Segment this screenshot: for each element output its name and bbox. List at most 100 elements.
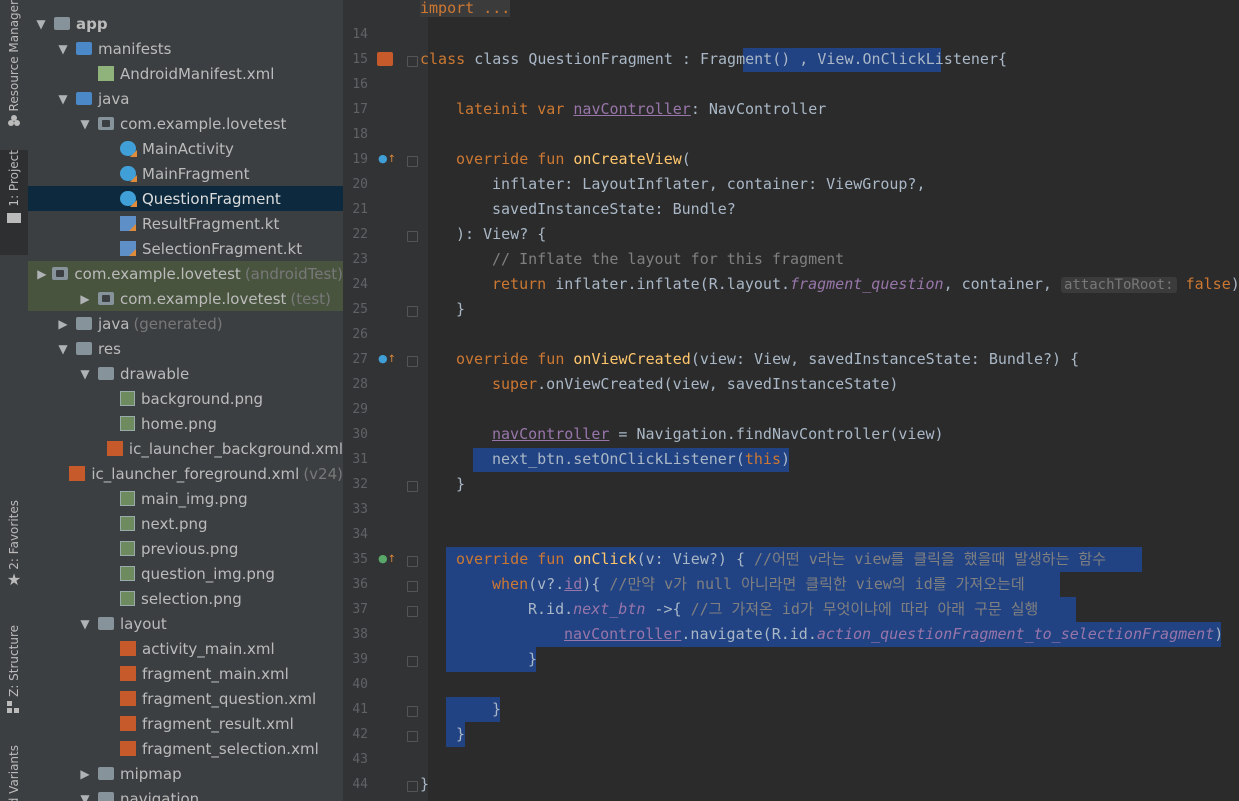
tree-item-label: home.png: [141, 414, 217, 433]
fold-marker-icon[interactable]: [407, 306, 418, 317]
tree-item[interactable]: question_img.png: [28, 561, 343, 586]
tree-item[interactable]: ▼ drawable: [28, 361, 343, 386]
fold-marker-icon[interactable]: [407, 231, 418, 242]
tree-item[interactable]: ic_launcher_background.xml: [28, 436, 343, 461]
code-keyword: when: [492, 575, 529, 593]
expand-arrow-icon[interactable]: ▼: [78, 792, 92, 801]
tree-item[interactable]: ▼ java: [28, 86, 343, 111]
tree-item[interactable]: ResultFragment.kt: [28, 211, 343, 236]
tree-item[interactable]: ▼ app: [28, 11, 343, 36]
tree-item[interactable]: ▼ com.example.lovetest: [28, 111, 343, 136]
fold-marker-icon[interactable]: [407, 56, 418, 67]
line-number: 14: [352, 27, 368, 42]
tree-item[interactable]: MainActivity: [28, 136, 343, 161]
fold-marker-icon[interactable]: [407, 706, 418, 717]
code-function: onViewCreated: [573, 350, 691, 368]
line-number: 27: [352, 352, 368, 367]
override-marker-icon[interactable]: ●↑: [378, 152, 396, 165]
code-text: ): [1230, 275, 1239, 293]
tree-item-label: res: [98, 339, 121, 358]
folder-icon: [54, 17, 70, 30]
fold-marker-icon[interactable]: [407, 656, 418, 667]
tree-item[interactable]: previous.png: [28, 536, 343, 561]
tree-item[interactable]: AndroidManifest.xml: [28, 61, 343, 86]
tree-item[interactable]: home.png: [28, 411, 343, 436]
tree-item[interactable]: ▶ com.example.lovetest (test): [28, 286, 343, 311]
collapse-arrow-icon[interactable]: ▶: [56, 317, 70, 331]
fold-marker-icon[interactable]: [407, 581, 418, 592]
tree-item[interactable]: main_img.png: [28, 486, 343, 511]
fold-marker-icon[interactable]: [407, 356, 418, 367]
override-marker-icon[interactable]: ●↑: [378, 352, 396, 365]
tree-item[interactable]: fragment_question.xml: [28, 686, 343, 711]
tree-item[interactable]: background.png: [28, 386, 343, 411]
folder-icon: [98, 792, 114, 801]
tree-item[interactable]: ▼ res: [28, 336, 343, 361]
collapse-arrow-icon[interactable]: ▶: [78, 767, 92, 781]
resource-manager-tab[interactable]: Resource Manager: [0, 0, 28, 135]
package-icon: [98, 292, 114, 305]
tree-item-suffix: (androidTest): [244, 264, 343, 283]
code-line-27: override fun onViewCreated(view: View, s…: [456, 347, 1079, 372]
expand-arrow-icon[interactable]: ▼: [56, 92, 70, 106]
expand-arrow-icon[interactable]: ▼: [78, 617, 92, 631]
fold-marker-icon[interactable]: [407, 556, 418, 567]
expand-arrow-icon[interactable]: ▼: [78, 117, 92, 131]
folded-import[interactable]: import ...: [420, 0, 511, 17]
code-text: {: [997, 50, 1008, 68]
code-keyword: false: [1185, 275, 1231, 293]
tree-item[interactable]: activity_main.xml: [28, 636, 343, 661]
tree-item[interactable]: SelectionFragment.kt: [28, 236, 343, 261]
line-number: 17: [352, 102, 368, 117]
tree-item-label: next.png: [141, 514, 208, 533]
structure-tab[interactable]: Z: Structure: [0, 625, 28, 730]
tree-item-label: com.example.lovetest: [120, 289, 287, 308]
tree-item[interactable]: ic_launcher_foreground.xml (v24): [28, 461, 343, 486]
tree-item[interactable]: QuestionFragment: [28, 186, 343, 211]
fold-marker-icon[interactable]: [407, 606, 418, 617]
code-text: inflater.inflate(R.layout.: [555, 275, 791, 293]
tree-item[interactable]: fragment_result.xml: [28, 711, 343, 736]
tree-item[interactable]: fragment_selection.xml: [28, 736, 343, 761]
project-tab[interactable]: 1: Project: [0, 150, 28, 255]
code-text: = Navigation.findNavController(view): [609, 425, 944, 443]
code-keyword: this: [744, 450, 781, 468]
collapse-arrow-icon[interactable]: ▶: [78, 292, 92, 306]
tree-item[interactable]: ▶ com.example.lovetest (androidTest): [28, 261, 343, 286]
kotlin-class-icon: [120, 166, 136, 181]
code-line-25: }: [456, 300, 466, 318]
code-text: ): [781, 450, 791, 468]
favorites-tab[interactable]: 2: Favorites ★: [0, 500, 28, 610]
fold-marker-icon[interactable]: [407, 781, 418, 792]
tree-item[interactable]: ▼ navigation: [28, 786, 343, 801]
fold-marker-icon[interactable]: [407, 731, 418, 742]
code-comment: //그 가져온 id가 무엇이냐에 따라 아래 구문 실행: [690, 600, 1039, 618]
expand-arrow-icon[interactable]: ▼: [34, 17, 48, 31]
tree-item[interactable]: next.png: [28, 511, 343, 536]
selection-highlight: [446, 647, 536, 672]
build-variants-tab[interactable]: Build Variants: [0, 745, 28, 801]
tree-item[interactable]: ▼ layout: [28, 611, 343, 636]
collapse-arrow-icon[interactable]: ▶: [37, 267, 46, 281]
expand-arrow-icon[interactable]: ▼: [56, 42, 70, 56]
code-resource: action_questionFragment_to_selectionFrag…: [816, 625, 1215, 643]
expand-arrow-icon[interactable]: ▼: [78, 367, 92, 381]
line-number: 16: [352, 77, 368, 92]
folder-icon: [76, 342, 92, 355]
fold-marker-icon[interactable]: [407, 156, 418, 167]
fold-marker-icon[interactable]: [407, 481, 418, 492]
code-line-17: lateinit var navController: NavControlle…: [456, 97, 826, 122]
tree-item[interactable]: selection.png: [28, 586, 343, 611]
tree-item[interactable]: ▶ java (generated): [28, 311, 343, 336]
code-line-15: class class QuestionFragment : Fragment(…: [420, 50, 1008, 68]
line-number: 25: [352, 302, 368, 317]
tree-item[interactable]: MainFragment: [28, 161, 343, 186]
expand-arrow-icon[interactable]: ▼: [56, 342, 70, 356]
tree-item[interactable]: ▼ manifests: [28, 36, 343, 61]
code-text: R.id.: [528, 600, 574, 618]
resource-manager-label: Resource Manager: [7, 0, 21, 112]
code-text: next_btn.setOnClickListener(: [492, 450, 745, 468]
implement-marker-icon[interactable]: ●↑: [378, 552, 396, 565]
tree-item[interactable]: ▶ mipmap: [28, 761, 343, 786]
tree-item[interactable]: fragment_main.xml: [28, 661, 343, 686]
